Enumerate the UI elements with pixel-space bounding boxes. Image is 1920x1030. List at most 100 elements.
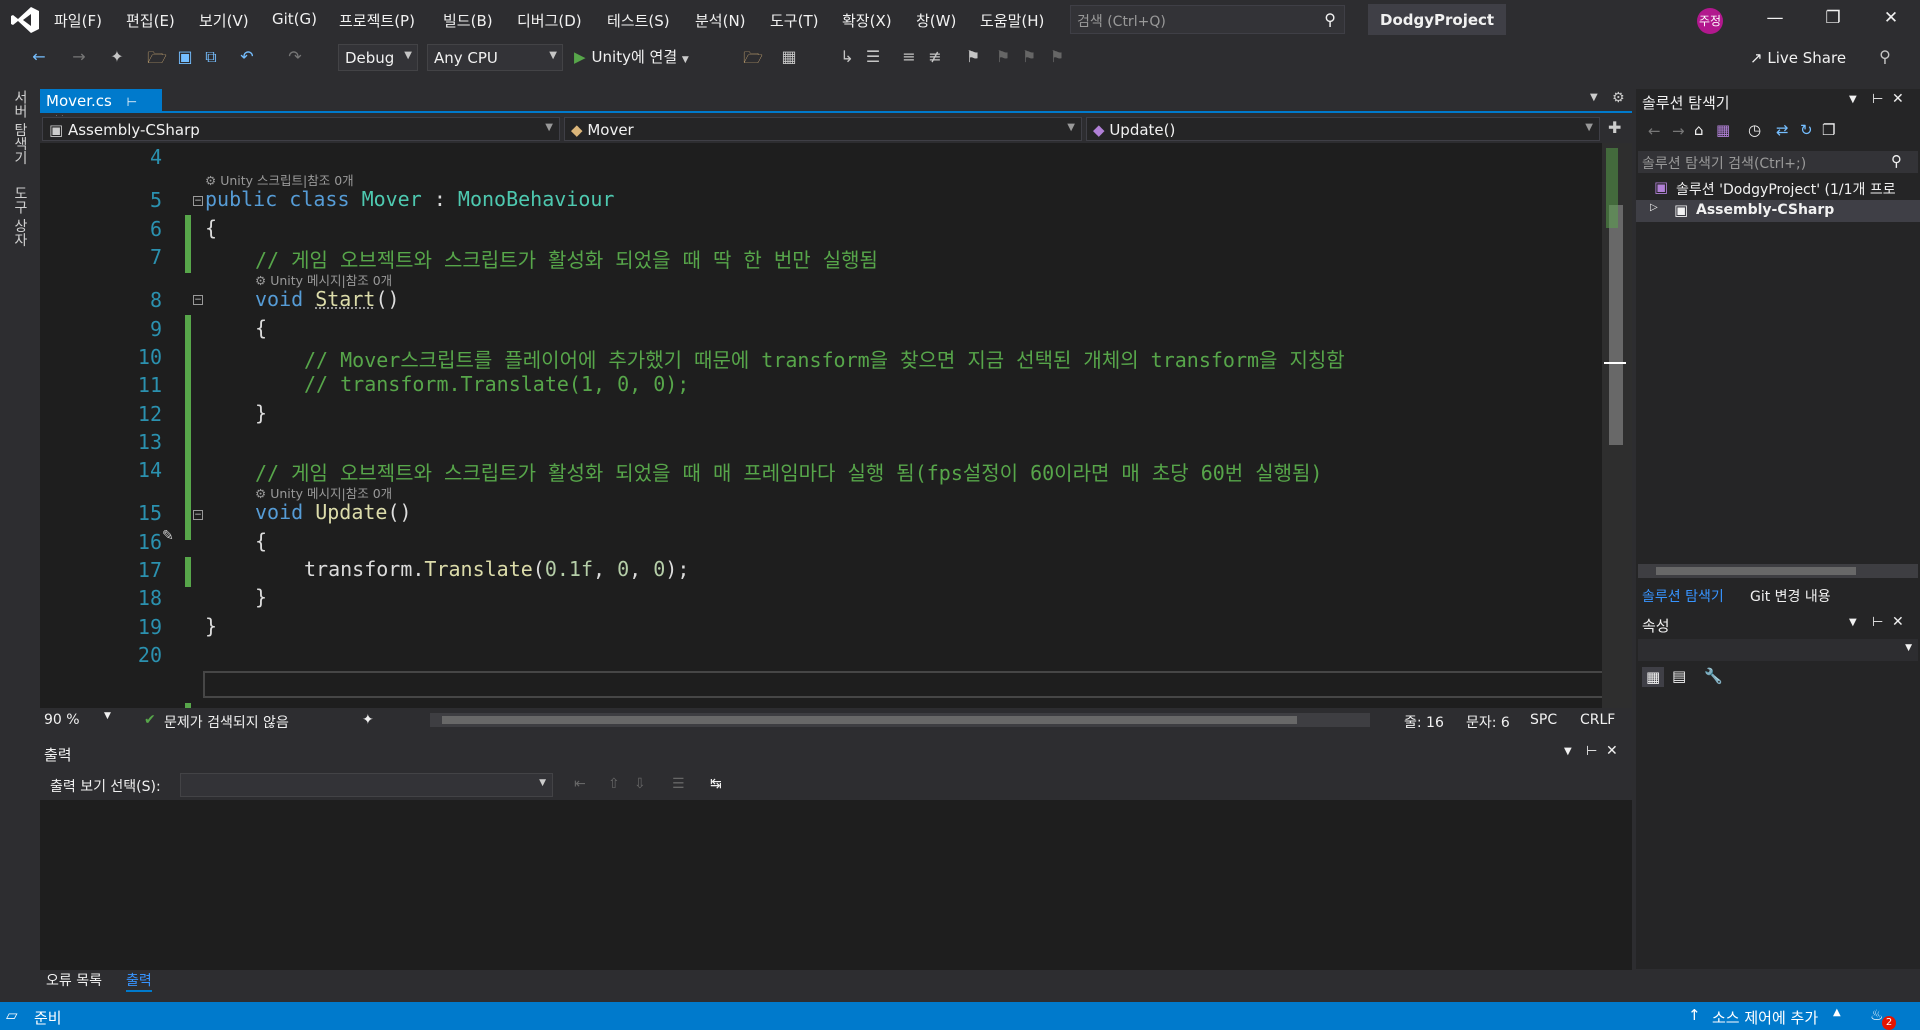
back-icon[interactable]: ← (1648, 122, 1661, 140)
solution-search-input[interactable]: 솔루션 탐색기 검색(Ctrl+;) ⚲ (1638, 151, 1918, 173)
line-ending-indicator[interactable]: CRLF (1580, 712, 1615, 728)
search-input[interactable]: 검색 (Ctrl+Q) ⚲ (1070, 5, 1345, 34)
menu-view[interactable]: 보기(V) (199, 10, 249, 31)
member-dropdown[interactable]: ◆ Update() ▼ (1086, 117, 1600, 141)
tree-item-assembly-csharp[interactable]: ▷ ▣ Assembly-CSharp (1636, 200, 1920, 222)
chevron-down-icon[interactable]: ▼ (104, 711, 111, 721)
chevron-down-icon[interactable]: ▼ (1849, 617, 1857, 628)
pin-icon[interactable]: ⊢ (1872, 92, 1883, 107)
feedback-icon[interactable]: ⚲ (1874, 47, 1896, 69)
line-indicator[interactable]: 줄: 16 (1404, 712, 1444, 732)
chevron-up-icon[interactable]: ▲ (1833, 1007, 1841, 1018)
next-bookmark-icon[interactable]: ⚑ (1018, 47, 1040, 69)
project-dropdown[interactable]: ▣ Assembly-CSharp ▼ (42, 117, 560, 141)
close-icon[interactable]: ✕ (1892, 91, 1904, 107)
collapse-all-icon[interactable]: ❐ (1822, 121, 1835, 139)
zoom-level[interactable]: 90 % (44, 712, 80, 728)
history-icon[interactable]: ◷ (1748, 121, 1761, 139)
back-icon[interactable]: ← (28, 47, 50, 69)
menu-build[interactable]: 빌드(B) (443, 10, 493, 31)
side-tab-toolbox[interactable]: 도구 상자 (10, 186, 30, 246)
attach-unity-button[interactable]: ▶ Unity에 연결 ▼ (574, 46, 689, 67)
restore-button[interactable]: ❐ (1818, 8, 1848, 34)
categorized-icon[interactable]: ▦ (1642, 667, 1665, 687)
menu-git[interactable]: Git(G) (272, 10, 317, 28)
menu-file[interactable]: 파일(F) (54, 10, 102, 31)
clear-bookmark-icon[interactable]: ⚑ (1046, 47, 1068, 69)
properties-object-select[interactable]: ▼ (1638, 639, 1918, 661)
bookmark-icon[interactable]: ⚑ (962, 47, 984, 69)
pin-icon[interactable]: ⊢ (1586, 744, 1597, 759)
menu-project[interactable]: 프로젝트(P) (339, 10, 415, 31)
solution-horizontal-scrollbar[interactable] (1638, 564, 1918, 578)
forward-icon[interactable]: → (1672, 122, 1685, 140)
menu-test[interactable]: 테스트(S) (607, 10, 670, 31)
code-editor[interactable]: − − − 4 5 6 7 8 9 10 11 12 13 14 15 16 1… (40, 143, 1602, 708)
avatar[interactable]: 주정 (1697, 8, 1723, 34)
chevron-down-icon[interactable]: ▼ (1849, 94, 1857, 105)
format-icon[interactable]: ☰ (862, 47, 884, 69)
tab-git-changes[interactable]: Git 변경 내용 (1750, 586, 1831, 606)
add-source-control-button[interactable]: 소스 제어에 추가 (1712, 1007, 1818, 1028)
redo-icon[interactable]: ↷ (284, 47, 306, 69)
prev-message-icon[interactable]: ⇧ (608, 776, 620, 792)
output-text-area[interactable] (40, 800, 1632, 970)
menu-window[interactable]: 창(W) (916, 10, 956, 31)
chevron-down-icon[interactable]: ▼ (1590, 92, 1598, 103)
scrollbar-thumb[interactable] (1656, 567, 1856, 575)
clear-all-icon[interactable]: ☰ (672, 776, 685, 792)
tree-item-solution[interactable]: ▣ 솔루션 'DodgyProject' (1/1개 프로 (1636, 177, 1920, 199)
find-message-icon[interactable]: ⇤ (574, 776, 586, 792)
folder-icon[interactable]: 🗁 (742, 47, 764, 69)
whitespace-indicator[interactable]: SPC (1530, 712, 1557, 728)
pin-icon[interactable]: ⊢ (127, 95, 137, 109)
new-project-icon[interactable]: ✦ (106, 47, 128, 69)
menu-help[interactable]: 도움말(H) (980, 10, 1044, 31)
pin-icon[interactable]: ⊢ (1872, 615, 1883, 630)
close-icon[interactable]: ✕ (1892, 614, 1904, 630)
home-icon[interactable]: ⌂ (1694, 121, 1704, 139)
sync-icon[interactable]: ⇄ (1776, 121, 1789, 139)
fold-toggle[interactable]: − (193, 295, 203, 305)
menu-edit[interactable]: 편집(E) (126, 10, 175, 31)
horizontal-scrollbar[interactable] (430, 713, 1370, 727)
fold-toggle[interactable]: − (193, 510, 203, 520)
minimize-button[interactable]: — (1760, 8, 1790, 34)
expand-icon[interactable]: ▷ (1650, 202, 1658, 213)
menu-extensions[interactable]: 확장(X) (842, 10, 892, 31)
scrollbar-thumb[interactable] (1609, 205, 1623, 445)
live-share-button[interactable]: ↗ Live Share (1750, 49, 1846, 67)
chevron-down-icon[interactable]: ▼ (1564, 746, 1572, 757)
forward-icon[interactable]: → (68, 47, 90, 69)
alphabetical-icon[interactable]: ▤ (1672, 667, 1686, 685)
cleanup-icon[interactable]: ✦ (362, 712, 374, 728)
save-icon[interactable]: ▣ (174, 47, 196, 69)
platform-select[interactable]: Any CPU ▼ (427, 44, 563, 71)
tab-output[interactable]: 출력 (126, 970, 152, 992)
output-source-select[interactable]: ▼ (180, 773, 553, 797)
switch-views-icon[interactable]: ▦ (1716, 121, 1730, 139)
class-dropdown[interactable]: ◆ Mover ▼ (564, 117, 1082, 141)
next-message-icon[interactable]: ⇩ (634, 776, 646, 792)
configuration-select[interactable]: Debug ▼ (338, 44, 418, 71)
side-tab-server-explorer[interactable]: 서버 탐색기 (10, 90, 30, 164)
comment-icon[interactable]: ≡ (898, 47, 920, 69)
split-editor-icon[interactable]: ✚ (1608, 118, 1621, 137)
open-folder-icon[interactable]: 🗁 (146, 47, 168, 69)
refresh-icon[interactable]: ↻ (1800, 121, 1813, 139)
gear-icon[interactable]: ⚙ (1612, 90, 1625, 106)
browser-icon[interactable]: ▦ (778, 47, 800, 69)
scrollbar-thumb[interactable] (442, 716, 1297, 724)
property-pages-icon[interactable]: 🔧 (1704, 667, 1723, 685)
menu-debug[interactable]: 디버그(D) (517, 10, 582, 31)
undo-icon[interactable]: ↶ (236, 47, 258, 69)
column-indicator[interactable]: 문자: 6 (1466, 712, 1510, 732)
close-icon[interactable]: ✕ (1606, 743, 1618, 759)
word-wrap-icon[interactable]: ↹ (710, 776, 722, 792)
fold-toggle[interactable]: − (193, 196, 203, 206)
save-all-icon[interactable]: ⧉ (200, 47, 222, 69)
menu-analyze[interactable]: 분석(N) (695, 10, 746, 31)
tab-solution-explorer[interactable]: 솔루션 탐색기 (1642, 586, 1724, 606)
issues-status[interactable]: 문제가 검색되지 않음 (164, 712, 289, 732)
uncomment-icon[interactable]: ≢ (924, 47, 946, 69)
